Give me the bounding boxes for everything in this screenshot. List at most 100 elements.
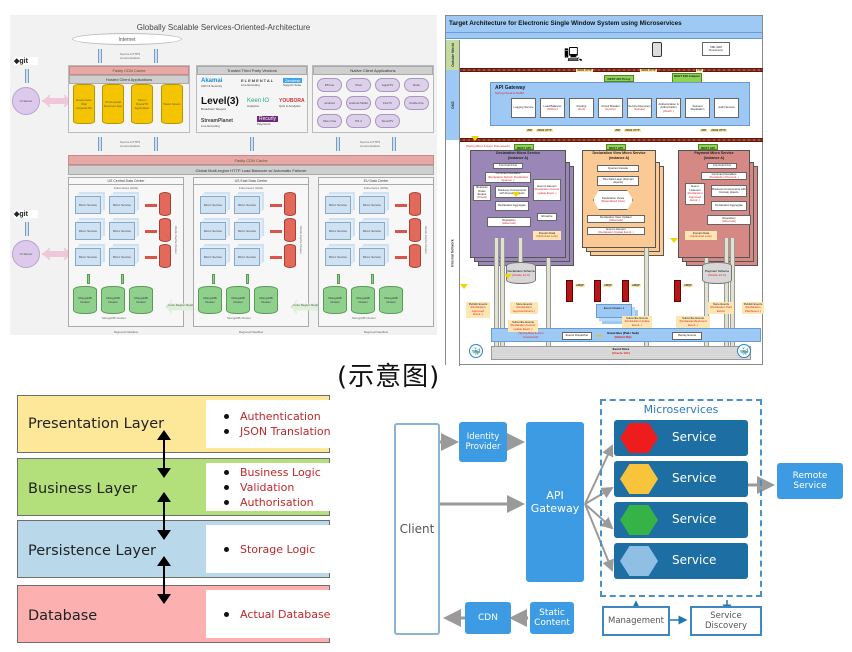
box-tech: (Materialized View) [601, 199, 625, 203]
gateway-module: Routing (Zuul) [569, 98, 594, 118]
layer-items: Authentication JSON Translation [206, 400, 340, 448]
box-tech: (Drools) [477, 195, 487, 200]
kubernetes-label: Kubernetes (GKE) [238, 186, 264, 190]
note-tech: (DeclarationApproved Event..) [679, 319, 707, 327]
mongodb-label: MongoDB Cluster [352, 316, 376, 320]
native-app: iPad [346, 78, 371, 92]
data-center: US Central Data Center Kubernetes (GKE) Mi… [68, 177, 184, 327]
declaration-view-service: Declaration View Micro Service (instance… [582, 150, 656, 248]
remote-service: Remote Service [777, 463, 843, 499]
double-arrow-icon [157, 492, 171, 540]
mongodb-node: MongoDB Cluster [129, 286, 153, 314]
mongodb-node: MongoDB Cluster [73, 286, 97, 314]
vendor-caption: Live Encoding [241, 83, 260, 87]
event-note: Publish Events (Declaration Paid Event..) [742, 302, 764, 315]
amqp-queue [622, 280, 629, 302]
box-tech: (Declaration Update Event..) [598, 230, 634, 234]
bidirectional-arrow-icon [246, 274, 249, 284]
native-app: Xbox One [317, 114, 342, 128]
vendor-caption: Analytics [247, 104, 260, 108]
redis-node [284, 218, 296, 242]
replay-events: Replay Events [672, 332, 702, 340]
micro-service: Micro Service [325, 248, 351, 266]
fastly-cdn-bar: Fastly CDN Cache [68, 155, 434, 165]
events-dispatcher: Events Dispatcher [562, 332, 592, 340]
event-note: Store Events (Declaration Approved Event.… [510, 302, 538, 315]
native-app: SmartTV [375, 114, 400, 128]
microservices-title: Microservices [643, 403, 719, 416]
esw-diagram: Target Architecture for Electronic Singl… [445, 15, 764, 366]
native-app: AppleTV [375, 78, 400, 92]
queries-facade: Queries Facade [597, 165, 639, 172]
redis-label: Redis Cache Cluster [424, 226, 428, 254]
event-note: Subscribe Events (DeclarationApproved Eve… [676, 316, 710, 329]
ehcache: Ehcache [537, 213, 557, 221]
service-label: Service [672, 471, 717, 485]
event-bus-label: Event Bus (Pub / Sub) (Rabbit MQ) [606, 331, 640, 339]
data-center-title: US Central Data Center [69, 178, 183, 185]
gateway-module: Authentication & Authorization (OAuth..) [656, 98, 681, 118]
module-tech: (Zuul) [577, 107, 586, 111]
load-balancer-bar: Global Multi-region HTTP Load Balancer w… [68, 165, 434, 175]
vendor-caption: CDN & Security [201, 84, 223, 88]
box-tech: (Hibernate) [609, 218, 623, 222]
declaration-aggregate: Declaration Aggregate [711, 201, 747, 211]
event-listeners: Event Listeners (Declaration Cancel, upda… [533, 179, 561, 201]
mongodb-node: MongoDB Cluster [351, 286, 375, 314]
module-name: Logging Service [513, 105, 534, 110]
thin-data-layer: Thin Data Layer (Domain objects) [597, 176, 639, 186]
service-row: Service [614, 502, 748, 538]
jwt-label: JWT [526, 129, 534, 132]
hosted-app: Tizen / OperaTV Application [131, 84, 153, 124]
gateway-module: Service Discovery (Eureka) [627, 98, 652, 118]
event-note: Subscribe Events (Declaration Update Even… [622, 316, 652, 329]
api-gateway: API Gateway Spring Cloud & Netflix Loggi… [490, 82, 750, 126]
redis-node [409, 218, 421, 242]
micro-service: Micro Service [325, 222, 351, 240]
computer-icon: 🖳 [564, 46, 583, 62]
yellow-arrow-icon [471, 136, 479, 141]
client-box: Client [394, 423, 440, 635]
db-tech: (Oracle 12 C) [707, 273, 726, 277]
layer-item: Actual Database [206, 607, 340, 622]
declaration-aggregate: Declaration Aggregate [495, 201, 529, 211]
jwt-label: JWT [700, 129, 708, 132]
mongodb-node: MongoDB Cluster [254, 286, 278, 314]
bidirectional-arrow-icon [121, 274, 124, 284]
layer-items: Storage Logic [206, 525, 340, 573]
pipe [518, 238, 523, 262]
arrow-icon [250, 137, 254, 151]
command-bus: Command bus [493, 163, 523, 169]
vendor-item: Akamai CDN & Security [201, 78, 222, 88]
vendor-item: StreamPlanet Live Encoding [201, 118, 233, 128]
redis-node [159, 218, 171, 242]
note-tech: (Optimized Lock) [536, 234, 558, 239]
caption: (示意图) [337, 362, 441, 392]
gateway-module: Circuit Breaker (Hystrix) [598, 98, 623, 118]
bidirectional-arrow-icon [371, 274, 374, 284]
mongodb-label: MongoDB Cluster [102, 316, 126, 320]
api-gateway-subtitle: Spring Cloud & Netflix [495, 91, 525, 95]
service-row: Service [614, 543, 748, 579]
json-http-label: JSON HTTP [624, 129, 641, 132]
arrow-icon [392, 137, 396, 151]
micro-service: Micro Service [200, 222, 226, 240]
yellow-arrow-icon [460, 284, 468, 289]
micro-service: Micro Service [359, 248, 385, 266]
hexagon-icon [620, 464, 658, 494]
event-note: Subscribe Events (Declaration Cancel, upd… [508, 320, 538, 333]
arrow-icon [98, 137, 102, 151]
layer-item: Storage Logic [206, 542, 340, 557]
micro-service: Micro Service [234, 248, 260, 266]
native-apps-title: Native Client Applications [313, 66, 433, 75]
amqp-label: AMQP [575, 284, 585, 287]
mongodb-node: MongoDB Cluster [101, 286, 125, 314]
payment-service: Payment Micro Service (instance A) Comma… [678, 150, 751, 258]
amqp-label: AMQP [603, 284, 613, 287]
vendor-item: Level(3) Broadcast Teleport [201, 96, 239, 111]
box-tech: (Hibernate) [722, 219, 736, 223]
mongodb-node: MongoDB Cluster [323, 286, 347, 314]
api-gateway: API Gateway [526, 422, 584, 582]
layer-name: Presentation Layer [28, 416, 165, 432]
zone-dmz: DMZ [446, 70, 460, 140]
